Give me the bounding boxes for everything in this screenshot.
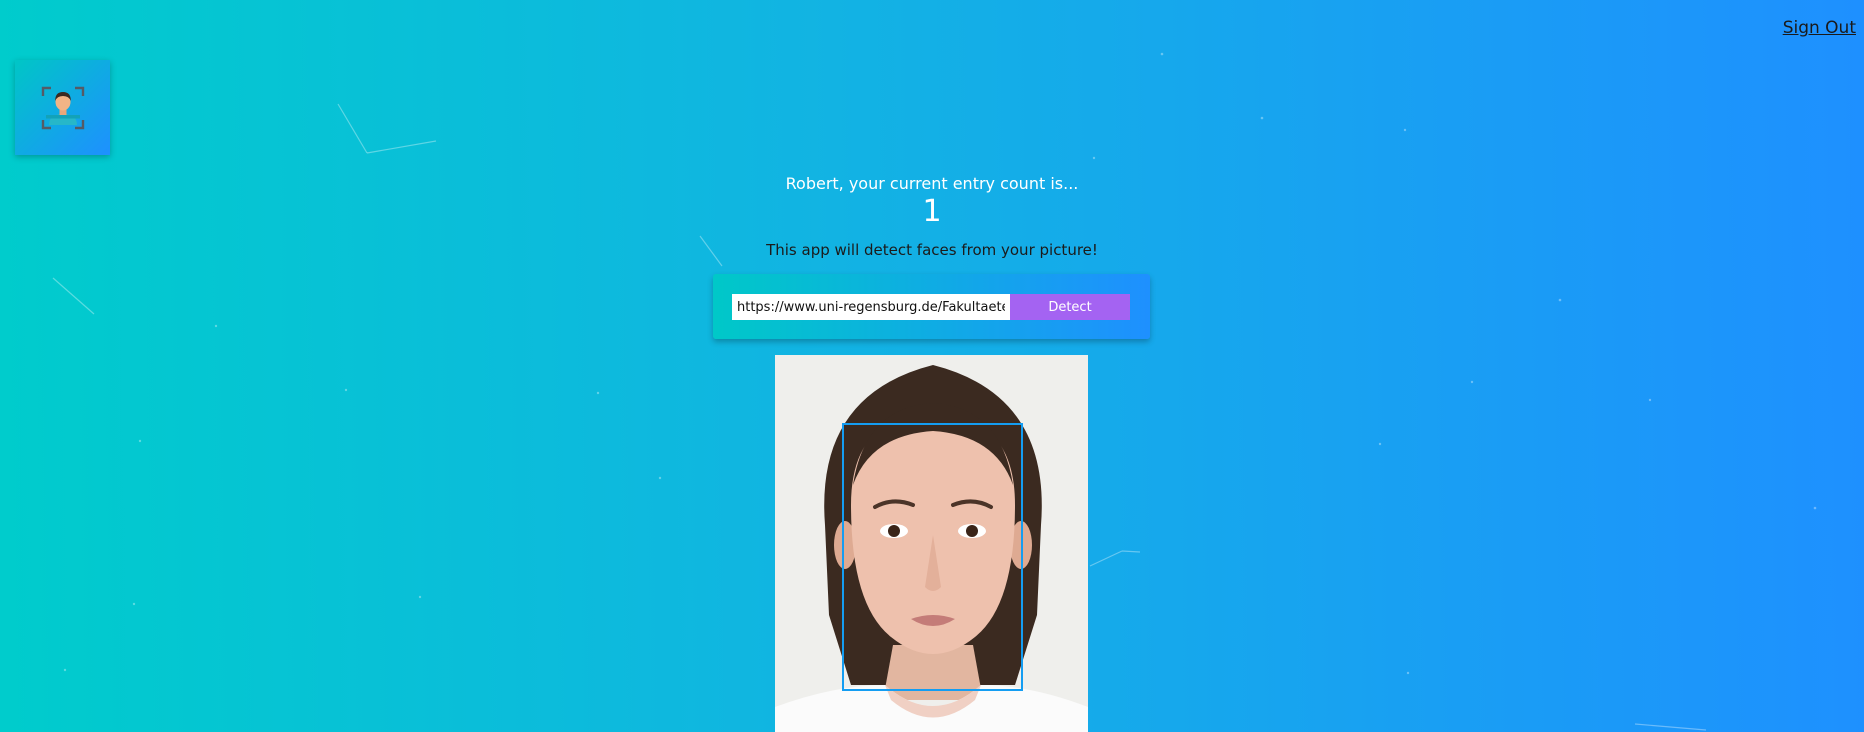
detect-button[interactable]: Detect xyxy=(1010,294,1130,320)
app-tagline: This app will detect faces from your pic… xyxy=(766,241,1098,259)
app-logo xyxy=(15,60,110,155)
face-recognition-icon xyxy=(41,86,84,129)
image-url-input[interactable] xyxy=(732,294,1010,320)
face-bounding-box xyxy=(842,423,1023,691)
face-image xyxy=(775,355,1088,732)
image-link-form: Detect xyxy=(713,274,1150,339)
entry-count-value: 1 xyxy=(922,194,942,229)
sign-out-link[interactable]: Sign Out xyxy=(1783,18,1856,38)
entry-count-label: Robert, your current entry count is... xyxy=(785,174,1079,193)
